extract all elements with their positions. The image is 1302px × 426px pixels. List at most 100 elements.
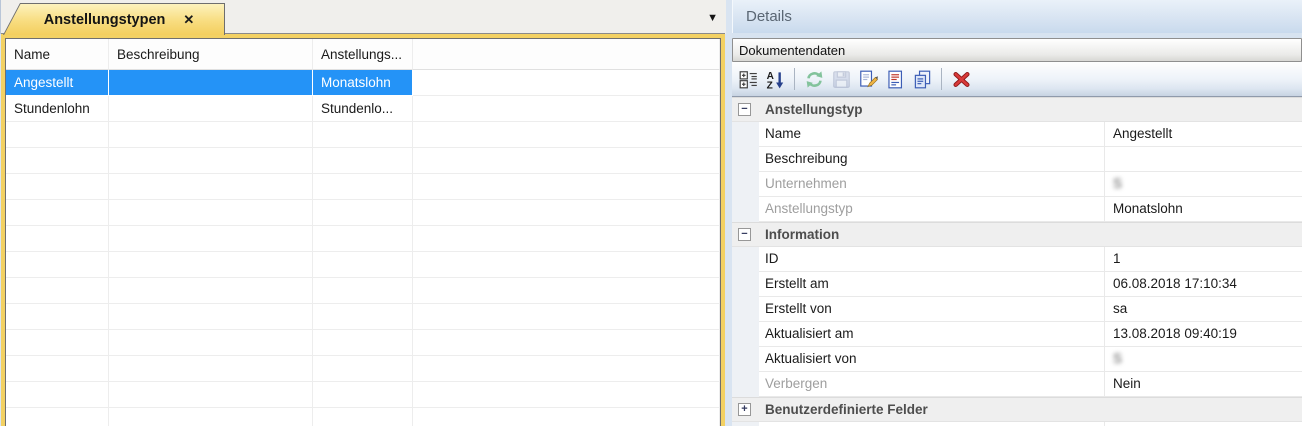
table-cell[interactable]: Angestellt [6,70,109,96]
property-row-erstellt-am[interactable]: Erstellt am06.08.2018 17:10:34 [732,272,1302,297]
table-cell[interactable] [413,96,720,122]
table-cell [413,408,720,426]
property-row-aktualisiert-am[interactable]: Aktualisiert am13.08.2018 09:40:19 [732,322,1302,347]
property-value[interactable]: 13.08.2018 09:40:19 [1105,322,1302,347]
application-window: Anstellungstypen ✕ ▼ NameBeschreibungAns… [0,0,1302,426]
column-header-anstellungs-[interactable]: Anstellungs... [313,39,413,70]
save-icon [832,70,851,89]
table-cell[interactable] [109,70,313,96]
table-cell [413,330,720,356]
table-cell [313,174,413,200]
table-body: AngestelltMonatslohnStundenlohnStundenlo… [6,70,720,426]
table-cell [413,122,720,148]
group-label: Anstellungstyp [765,102,863,117]
table-cell [109,122,313,148]
column-header-beschreibung[interactable]: Beschreibung [109,39,313,70]
table-cell [109,200,313,226]
toolbar-delete-button[interactable] [949,66,973,92]
table-cell [413,304,720,330]
details-panel-caption: Details [732,0,1302,33]
table-cell [313,304,413,330]
property-label: Erstellt von [759,297,1105,322]
details-title: Details [746,8,792,25]
property-grid: − Anstellungstyp NameAngestelltBeschreibun… [732,97,1302,426]
property-row-id[interactable]: ID1 [732,247,1302,272]
expand-icon[interactable]: + [738,403,751,416]
toolbar-sort-az-button[interactable]: AZ [763,66,787,92]
property-value[interactable]: Monatslohn [1105,197,1302,222]
table-cell [6,382,109,408]
table-cell [413,200,720,226]
column-header-name[interactable]: Name [6,39,109,70]
group-header-benutzerdefinierte-felder[interactable]: + Benutzerdefinierte Felder [732,397,1302,422]
table-cell [109,252,313,278]
toolbar-refresh-button[interactable] [802,66,826,92]
table-cell [6,304,109,330]
property-row-name[interactable]: NameAngestellt [732,122,1302,147]
table-cell [6,408,109,426]
property-value[interactable]: 06.08.2018 17:10:34 [1105,272,1302,297]
table-cell [313,382,413,408]
property-label: Aktualisiert von [759,347,1105,372]
details-toolbar: AZ [732,62,1302,97]
collapse-icon[interactable]: − [738,228,751,241]
table-cell[interactable]: Monatslohn [313,70,413,96]
property-row-aktualisiert-von[interactable]: Aktualisiert von S [732,347,1302,372]
property-value[interactable] [1105,147,1302,172]
table-empty-row [6,148,720,174]
table-cell [413,174,720,200]
table-cell [109,278,313,304]
property-row-anstellungstyp[interactable]: AnstellungstypMonatslohn [732,197,1302,222]
table-cell[interactable] [109,96,313,122]
property-label: Aktualisiert am [759,322,1105,347]
property-value[interactable]: Angestellt [1105,122,1302,147]
tab-list-dropdown-icon[interactable]: ▼ [707,13,718,23]
property-value[interactable]: S [1105,347,1302,372]
table-cell [6,122,109,148]
table-cell [413,148,720,174]
property-row-erstellt-von[interactable]: Erstellt vonsa [732,297,1302,322]
property-value[interactable]: sa [1105,297,1302,322]
tab-close-icon[interactable]: ✕ [179,12,198,28]
property-value[interactable]: S [1105,172,1302,197]
table-cell [109,408,313,426]
table-cell [313,330,413,356]
group-header-anstellungstyp[interactable]: − Anstellungstyp [732,97,1302,122]
property-empty-row [732,422,1302,426]
toolbar-save-button[interactable] [829,66,853,92]
toolbar-edit-button[interactable] [856,66,880,92]
dokumentendaten-header[interactable]: Dokumentendaten [732,38,1302,62]
table-cell [109,330,313,356]
group-label: Benutzerdefinierte Felder [765,402,928,417]
table-cell [109,356,313,382]
table-cell [6,148,109,174]
table-cell[interactable] [413,70,720,96]
toolbar-categorized-button[interactable] [736,66,760,92]
property-value [1105,422,1302,426]
property-row-unternehmen[interactable]: UnternehmenS [732,172,1302,197]
redacted-value: S [1113,351,1122,366]
table-cell [413,356,720,382]
toolbar-copy-button[interactable] [910,66,934,92]
property-label: Erstellt am [759,272,1105,297]
collapse-icon[interactable]: − [738,103,751,116]
property-value[interactable]: 1 [1105,247,1302,272]
property-label: ID [759,247,1105,272]
group-header-information[interactable]: − Information [732,222,1302,247]
property-row-verbergen[interactable]: VerbergenNein [732,372,1302,397]
group-label: Information [765,227,839,242]
table-empty-row [6,356,720,382]
toolbar-document-button[interactable] [883,66,907,92]
table-cell [313,278,413,304]
tab-label: Anstellungstypen [30,12,166,28]
tab-anstellungstypen[interactable]: Anstellungstypen ✕ [3,3,225,35]
table-cell [109,382,313,408]
property-row-beschreibung[interactable]: Beschreibung [732,147,1302,172]
table-row[interactable]: Angestellt Monatslohn [6,70,720,96]
property-value[interactable]: Nein [1105,372,1302,397]
table-row[interactable]: Stundenlohn Stundenlo... [6,96,720,122]
table-empty-row [6,174,720,200]
table-cell[interactable]: Stundenlo... [313,96,413,122]
table-cell[interactable]: Stundenlohn [6,96,109,122]
table-empty-row [6,122,720,148]
